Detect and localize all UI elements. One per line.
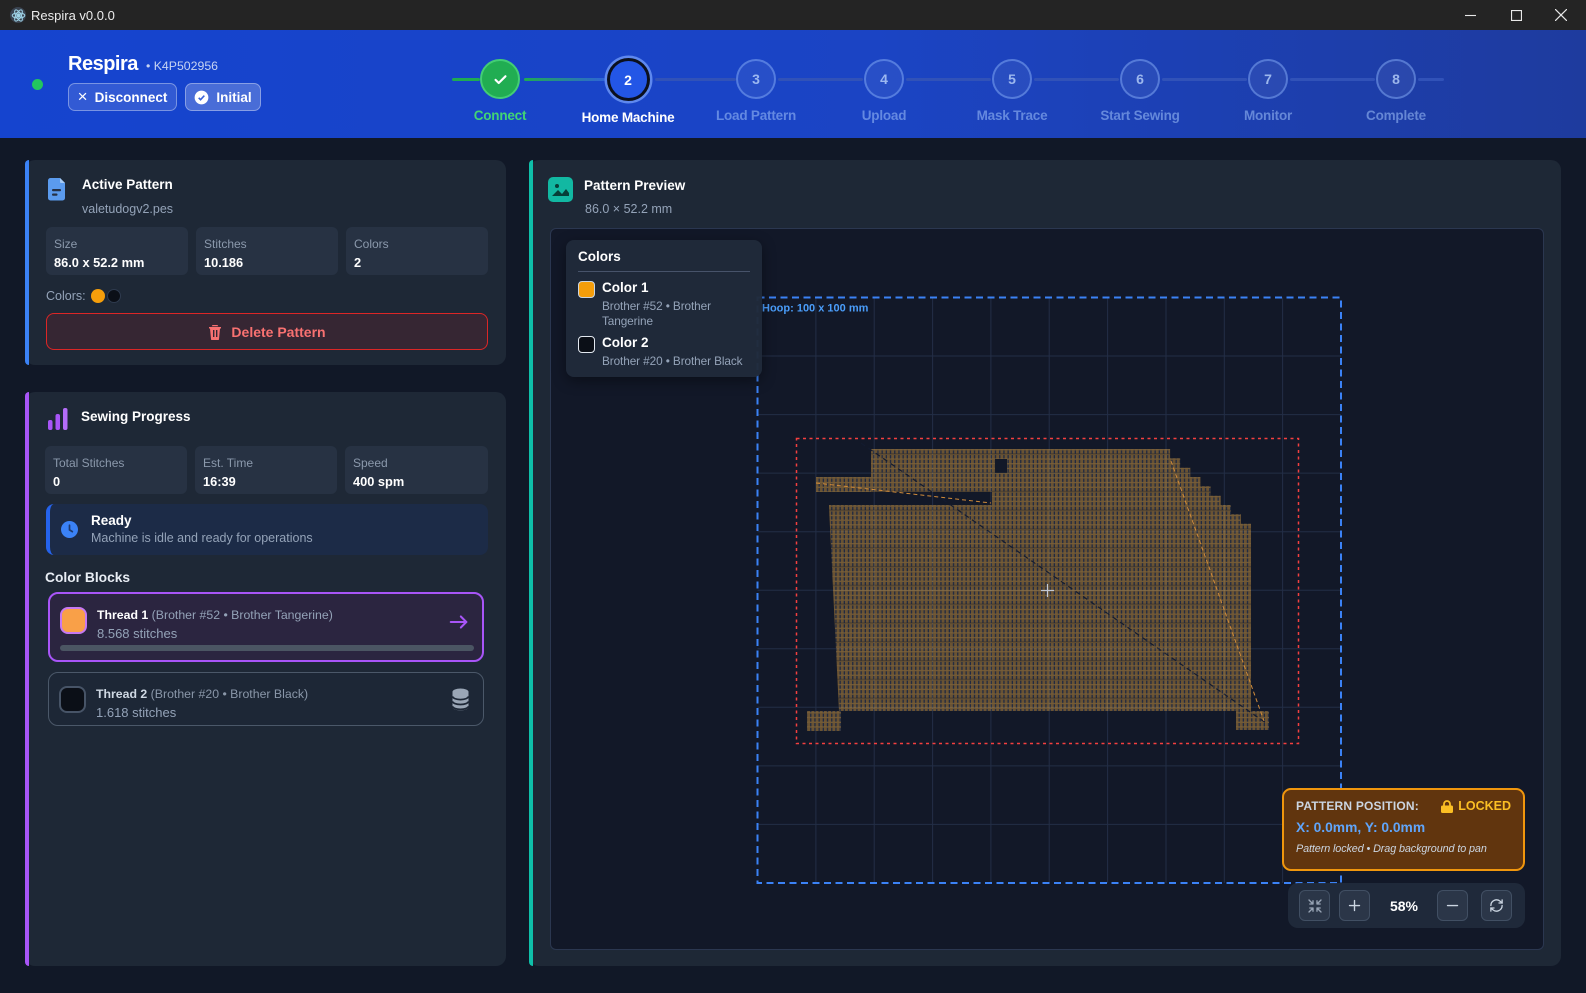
- svg-text:Hoop: 100 x 100 mm: Hoop: 100 x 100 mm: [762, 303, 869, 315]
